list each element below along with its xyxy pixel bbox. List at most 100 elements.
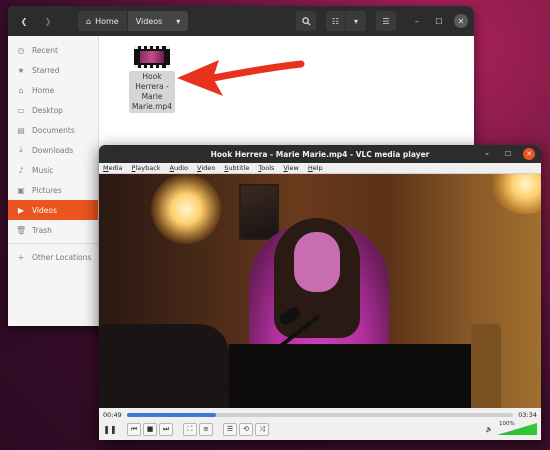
close-button[interactable]: ✕	[454, 14, 468, 28]
star-icon: ★	[17, 65, 25, 75]
volume-slider[interactable]: 100%	[497, 421, 537, 435]
dropdown-triangle-icon: ▾	[176, 16, 181, 26]
loop-icon: ⟲	[243, 425, 249, 433]
minimize-button[interactable]: –	[410, 14, 424, 28]
maximize-icon: ☐	[435, 16, 443, 26]
menu-audio[interactable]: Audio	[170, 164, 188, 172]
home-icon: ⌂	[86, 16, 92, 26]
list-icon: ☷	[331, 16, 340, 26]
sidebar-item-documents[interactable]: ▤ Documents	[8, 120, 98, 140]
sidebar-item-label: Recent	[32, 45, 58, 55]
singer-face	[294, 232, 340, 292]
sidebar-item-label: Desktop	[32, 105, 63, 115]
path-videos[interactable]: Videos ▾	[127, 11, 189, 31]
video-icon: ▶	[17, 205, 25, 215]
volume-percent: 100%	[499, 421, 515, 427]
video-frame[interactable]	[99, 174, 541, 408]
maximize-button[interactable]: ☐	[432, 14, 446, 28]
menu-help[interactable]: Help	[308, 164, 323, 172]
sidebar-item-label: Pictures	[32, 185, 62, 195]
wall-lamp	[491, 174, 541, 214]
path-home[interactable]: ⌂ Home	[78, 11, 128, 31]
picture-icon: ▣	[17, 185, 25, 195]
sidebar-item-label: Downloads	[32, 145, 74, 155]
pause-icon: ❚❚	[103, 424, 117, 434]
view-controls: ☷ ▾	[326, 11, 366, 31]
extended-settings-button[interactable]: ≡	[199, 422, 213, 436]
sidebar-item-downloads[interactable]: ⤓ Downloads	[8, 140, 98, 160]
sidebar-item-videos[interactable]: ▶ Videos	[8, 200, 98, 220]
menu-media[interactable]: Media	[103, 164, 123, 172]
sidebar-item-recent[interactable]: ◷ Recent	[8, 40, 98, 60]
sidebar-item-desktop[interactable]: ▭ Desktop	[8, 100, 98, 120]
seek-row: 00:49 03:34	[99, 410, 541, 420]
trash-icon: 🗑	[16, 225, 27, 235]
close-icon: ✕	[457, 16, 465, 26]
previous-button[interactable]: ⏮	[127, 422, 141, 436]
files-headerbar: ❮ ❯ ⌂ Home Videos ▾ ☷ ▾ ☰ – ☐ ✕	[8, 6, 474, 36]
wall-poster	[239, 184, 279, 240]
sidebar-item-pictures[interactable]: ▣ Pictures	[8, 180, 98, 200]
document-icon: ▤	[17, 125, 25, 135]
loop-button[interactable]: ⟲	[239, 422, 253, 436]
menu-subtitle[interactable]: Subtitle	[224, 164, 249, 172]
menu-video[interactable]: Video	[197, 164, 215, 172]
fullscreen-button[interactable]: ⛶	[183, 422, 197, 436]
menu-tools[interactable]: Tools	[258, 164, 274, 172]
path-videos-label: Videos	[135, 16, 163, 26]
next-button[interactable]: ⏭	[159, 422, 173, 436]
sidebar-item-label: Other Locations	[32, 252, 92, 262]
sidebar-item-label: Documents	[32, 125, 75, 135]
table	[229, 344, 489, 408]
window-controls: – ☐ ✕	[410, 14, 468, 28]
video-file-item[interactable]: Hook Herrera - Marie Marie.mp4	[129, 46, 175, 113]
vlc-minimize-button[interactable]: –	[481, 148, 493, 160]
vlc-window-controls: – ☐ ✕	[481, 148, 535, 160]
search-button[interactable]	[296, 11, 316, 31]
menu-view[interactable]: View	[283, 164, 298, 172]
places-sidebar: ◷ Recent ★ Starred ⌂ Home ▭ Desktop ▤ Documen…	[8, 36, 99, 326]
elapsed-time: 00:49	[103, 411, 122, 419]
bottle	[471, 324, 501, 408]
sidebar-item-starred[interactable]: ★ Starred	[8, 60, 98, 80]
vlc-close-button[interactable]: ✕	[523, 148, 535, 160]
stop-icon: ■	[146, 425, 154, 433]
chevron-down-icon: ▾	[353, 16, 358, 26]
vlc-menubar: Media Playback Audio Video Subtitle Tool…	[99, 163, 541, 174]
home-icon: ⌂	[18, 85, 24, 95]
skip-back-icon: ⏮	[130, 424, 138, 433]
playlist-icon: ☰	[226, 425, 234, 433]
menu-button[interactable]: ☰	[376, 11, 396, 31]
chevron-right-icon: ❯	[44, 16, 52, 26]
desktop-icon: ▭	[17, 105, 25, 115]
total-time: 03:34	[518, 411, 537, 419]
view-list-button[interactable]: ☷	[326, 11, 346, 31]
shuffle-button[interactable]: ⤨	[255, 422, 269, 436]
sliders-icon: ≡	[203, 425, 209, 433]
sidebar-item-trash[interactable]: 🗑 Trash	[8, 220, 98, 240]
sidebar-item-home[interactable]: ⌂ Home	[8, 80, 98, 100]
playlist-button[interactable]: ☰	[223, 422, 237, 436]
wall-lamp	[151, 174, 221, 244]
music-icon: ♪	[18, 165, 24, 175]
vlc-maximize-button[interactable]: ☐	[502, 148, 514, 160]
playback-controls: ❚❚ ⏮ ■ ⏭ ⛶ ≡ ☰ ⟲ ⤨ 🔈 100%	[99, 420, 541, 438]
stop-button[interactable]: ■	[143, 422, 157, 436]
speaker-icon[interactable]: 🔈	[486, 426, 493, 433]
sidebar-item-label: Music	[32, 165, 54, 175]
back-button[interactable]: ❮	[14, 11, 34, 31]
fullscreen-icon: ⛶	[187, 424, 193, 433]
vlc-window: Hook Herrera - Marie Marie.mp4 - VLC med…	[99, 145, 541, 440]
volume-control: 🔈 100%	[486, 421, 537, 435]
seek-bar[interactable]	[126, 413, 514, 417]
view-options-button[interactable]: ▾	[346, 11, 366, 31]
clock-icon: ◷	[17, 45, 25, 55]
seek-bar-fill	[126, 413, 216, 417]
sidebar-item-other-locations[interactable]: + Other Locations	[8, 247, 98, 267]
pause-button[interactable]: ❚❚	[103, 423, 117, 436]
forward-button[interactable]: ❯	[38, 11, 58, 31]
menu-playback[interactable]: Playback	[132, 164, 161, 172]
sidebar-item-music[interactable]: ♪ Music	[8, 160, 98, 180]
red-arrow-icon	[177, 60, 305, 96]
skip-forward-icon: ⏭	[162, 424, 170, 433]
